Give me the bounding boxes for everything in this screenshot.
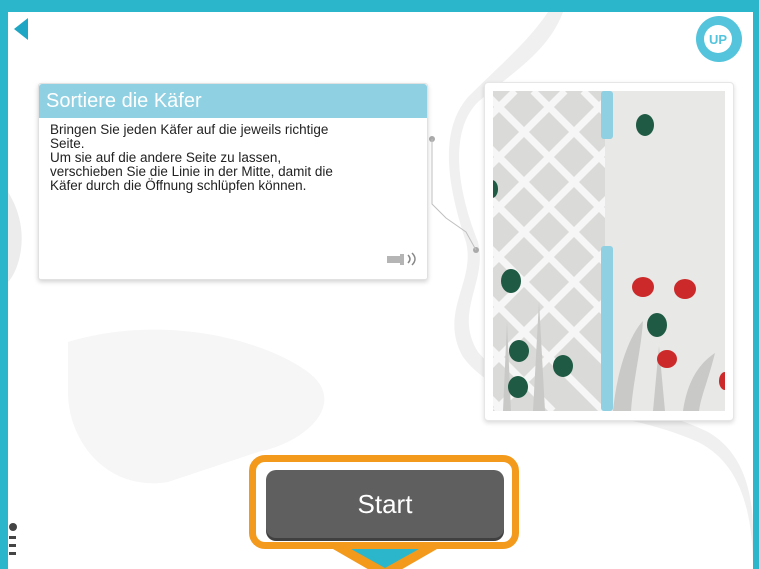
instruction-card: Sortiere die Käfer Bringen Sie jeden Käf… — [38, 83, 428, 280]
instruction-text: Bringen Sie jeden Käfer auf die jeweils … — [39, 118, 427, 193]
side-logo-mark — [8, 520, 18, 566]
back-arrow-icon[interactable] — [14, 18, 28, 40]
instruction-line: Seite. — [50, 136, 85, 151]
instruction-line: Bringen Sie jeden Käfer auf die jeweils … — [50, 122, 329, 137]
highlight-pointer-inner — [351, 549, 419, 568]
instruction-line: Um sie auf die andere Seite zu lassen, — [50, 150, 282, 165]
game-preview — [484, 82, 734, 421]
start-button[interactable]: Start — [266, 470, 504, 538]
activity-screen: UP Sortiere die Käfer Bringen Sie jeden … — [8, 12, 753, 569]
up-logo[interactable]: UP — [696, 16, 742, 62]
instruction-line: verschieben Sie die Linie in der Mitte, … — [50, 164, 333, 179]
card-title: Sortiere die Käfer — [39, 84, 427, 118]
speaker-icon[interactable] — [386, 251, 420, 267]
game-preview-image — [493, 91, 725, 411]
instruction-line: Käfer durch die Öffnung schlüpfen können… — [50, 178, 307, 193]
logo-text: UP — [704, 25, 732, 53]
